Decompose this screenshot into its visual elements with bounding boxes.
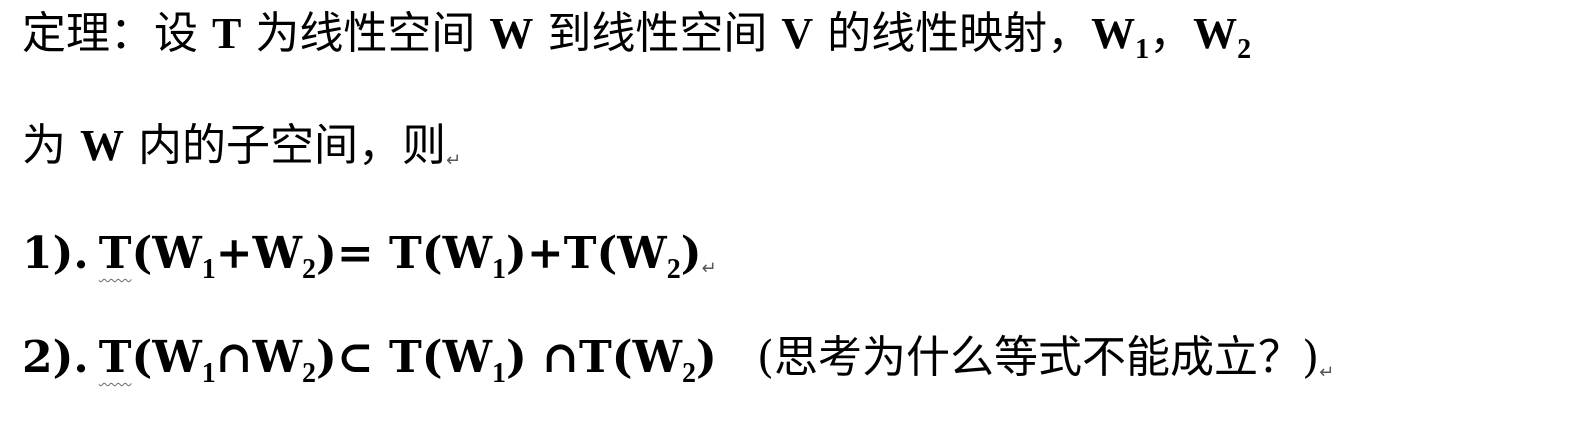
- subscript: 2: [666, 254, 681, 285]
- symbol-t: T: [98, 332, 132, 383]
- theorem-item-2: 2). T(W1∩W2)⊂ T(W1) ∩T(W2) (思考为什么等式不能成立？)↵: [22, 332, 1334, 400]
- formula-part: )= T(W: [316, 228, 493, 279]
- paragraph-mark-icon: ↵: [446, 150, 462, 171]
- symbol-w: W: [80, 121, 124, 170]
- formula-part: )+T(W: [506, 228, 667, 279]
- subscript-2: 2: [1237, 34, 1252, 65]
- subscript: 1: [201, 254, 216, 285]
- theorem-document: 定理：设 T 为线性空间 W 到线性空间 V 的线性映射，W1，W2 为 W 内的子空间，则↵ …: [0, 0, 1580, 432]
- formula-part: +W: [215, 228, 303, 279]
- formula-part: ): [696, 332, 717, 383]
- theorem-statement-line-2: 为 W 内的子空间，则↵: [22, 120, 461, 187]
- formula-part: ): [680, 228, 702, 279]
- text-linear-space-2: 到线性空间: [547, 8, 768, 59]
- formula-part: )⊂ T(W: [316, 332, 493, 383]
- comma: ，: [1149, 8, 1194, 59]
- question-note: (思考为什么等式不能成立？): [756, 332, 1320, 383]
- subscript: 1: [492, 358, 507, 389]
- text-linear-map: 的线性映射，: [827, 8, 1092, 59]
- symbol-w: W: [489, 9, 534, 58]
- formula-part: (W: [131, 228, 202, 279]
- subscript: 1: [201, 358, 216, 389]
- paragraph-mark-icon: ↵: [1319, 362, 1335, 383]
- theorem-item-1: 1). T(W1+W2)= T(W1)+T(W2)↵: [22, 228, 717, 296]
- paragraph-mark-icon: ↵: [701, 258, 717, 279]
- formula-part: (W: [131, 332, 202, 383]
- symbol-w2: W: [1193, 9, 1238, 58]
- symbol-w1: W: [1091, 9, 1136, 58]
- theorem-statement-line-1: 定理：设 T 为线性空间 W 到线性空间 V 的线性映射，W1，W2: [22, 8, 1251, 76]
- item-number: 1).: [22, 228, 89, 279]
- subscript: 2: [302, 358, 317, 389]
- formula-part: ∩W: [215, 332, 303, 383]
- formula-part: ) ∩T(W: [506, 332, 682, 383]
- text-wei: 为: [22, 120, 66, 171]
- symbol-t: T: [98, 228, 132, 279]
- subscript-1: 1: [1135, 34, 1150, 65]
- theorem-label: 定理：设: [22, 8, 198, 59]
- subscript: 1: [492, 254, 507, 285]
- text-linear-space-1: 为线性空间: [255, 8, 476, 59]
- text-subspace: 内的子空间，则: [138, 120, 446, 171]
- symbol-t: T: [212, 9, 242, 58]
- subscript: 2: [682, 358, 696, 389]
- symbol-v: V: [781, 9, 814, 58]
- item-number: 2).: [22, 332, 89, 383]
- subscript: 2: [302, 254, 317, 285]
